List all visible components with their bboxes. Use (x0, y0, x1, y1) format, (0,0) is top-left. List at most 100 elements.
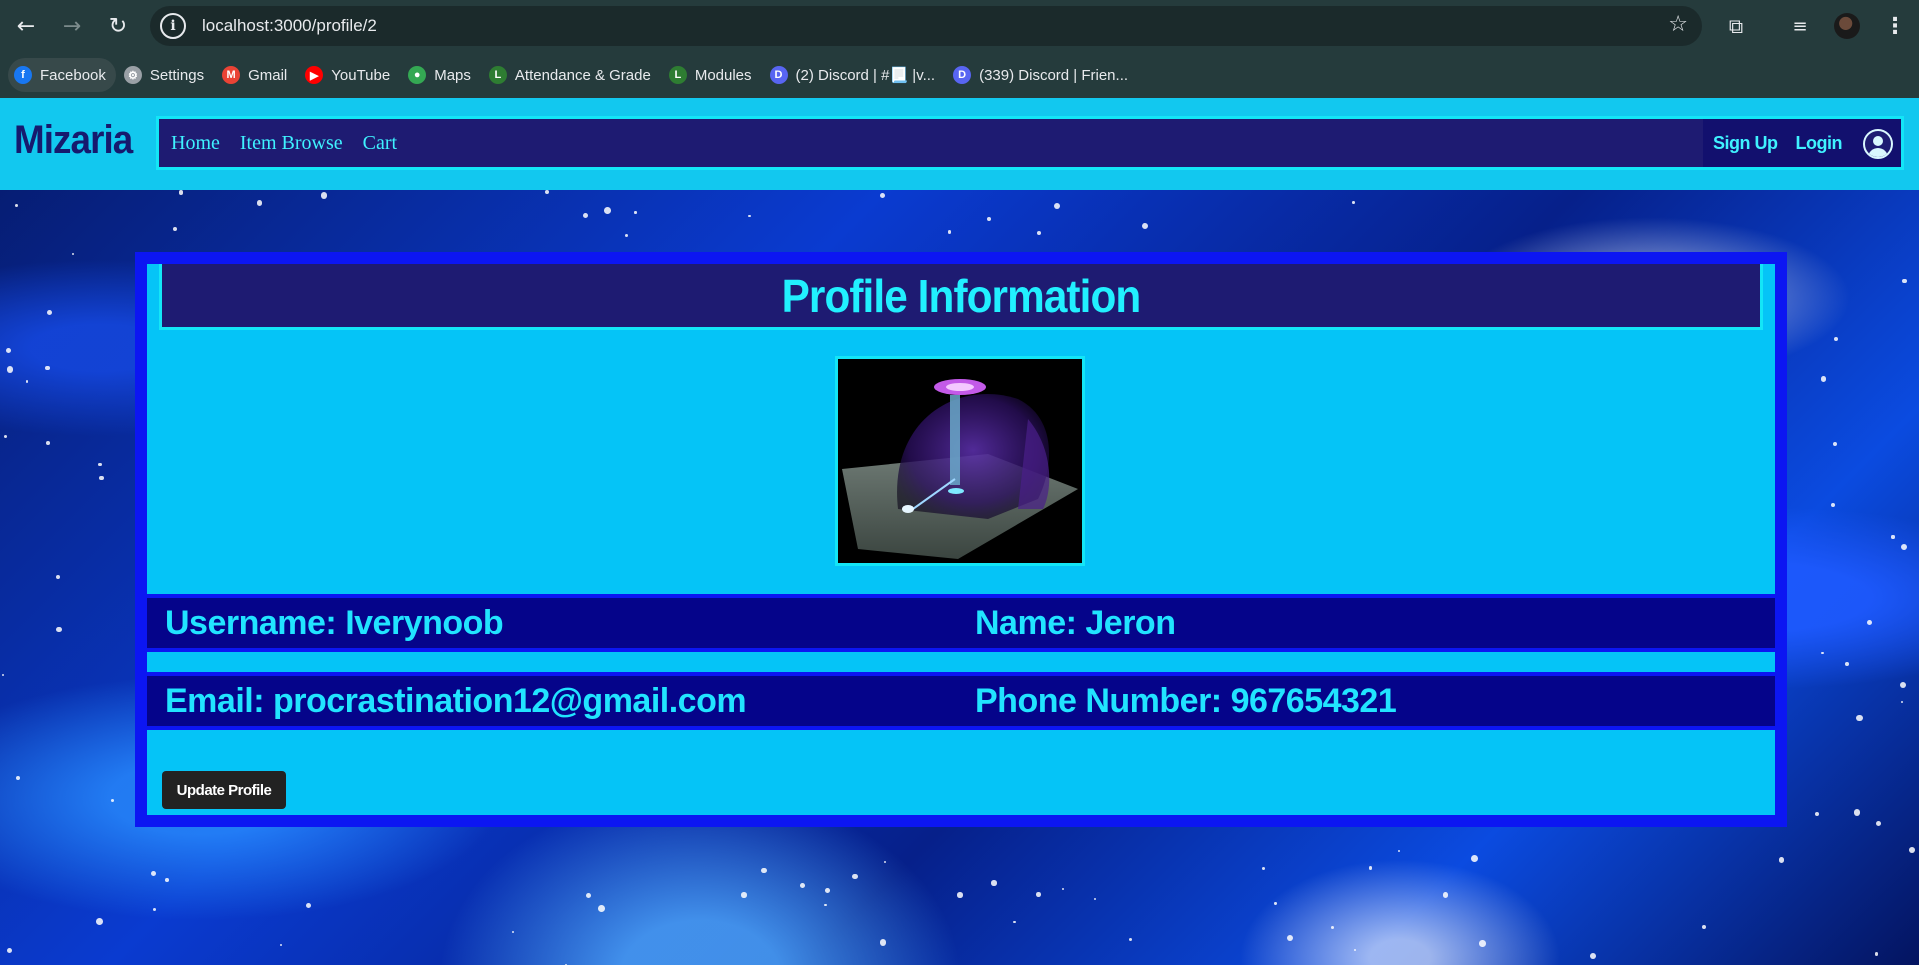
profile-row-1: Username: Iverynoob Name: Jeron (147, 594, 1775, 652)
background-sparkle (1274, 902, 1277, 905)
nav-home-link[interactable]: Home (171, 132, 220, 155)
youtube-icon: ▶ (305, 66, 324, 84)
background-sparkle (1286, 934, 1294, 941)
background-sparkle (1351, 201, 1355, 204)
background-sparkle (110, 799, 115, 803)
forward-icon[interactable]: → (52, 6, 92, 46)
background-sparkle (741, 892, 747, 898)
background-sparkle (46, 440, 51, 445)
sign-up-link[interactable]: Sign Up (1713, 133, 1778, 154)
background-sparkle (544, 190, 549, 195)
background-sparkle (1875, 952, 1879, 956)
background-sparkle (1820, 376, 1827, 382)
background-sparkle (761, 867, 767, 874)
background-sparkle (44, 365, 50, 371)
bookmark-label: (339) Discord | Frien... (979, 66, 1129, 84)
background-sparkle (6, 366, 14, 373)
bookmark-item[interactable]: L Modules (663, 58, 762, 92)
background-sparkle (1036, 892, 1041, 897)
bookmark-item[interactable]: ⚙ Settings (118, 58, 214, 92)
background-sparkle (3, 434, 8, 439)
gear-icon: ⚙ (123, 66, 142, 84)
background-sparkle (987, 217, 992, 222)
background-sparkle (1368, 865, 1373, 870)
extensions-icon[interactable]: ⧉ (1718, 6, 1754, 46)
background-sparkle (1261, 867, 1265, 871)
update-profile-button[interactable]: Update Profile (162, 771, 286, 809)
background-sparkle (152, 907, 156, 912)
media-control-icon[interactable]: ≡ (1782, 6, 1818, 46)
url-text[interactable]: localhost:3000/profile/2 (202, 16, 377, 36)
facebook-icon: f (14, 66, 32, 84)
browser-profile-avatar[interactable] (1834, 13, 1860, 39)
bookmark-item[interactable]: D (2) Discord | #📃 |v... (764, 58, 946, 92)
background-sparkle (97, 462, 102, 467)
profile-row-2: Email: procrastination12@gmail.com Phone… (147, 672, 1775, 730)
background-sparkle (1330, 925, 1335, 930)
bookmark-label: (2) Discord | #📃 |v... (795, 67, 936, 84)
background-sparkle (879, 192, 885, 198)
site-logo[interactable]: Mizaria (14, 118, 133, 163)
site-info-icon[interactable]: i (160, 13, 186, 39)
email-text: Email: procrastination12@gmail.com (165, 681, 747, 720)
maps-icon: ● (408, 66, 427, 84)
background-sparkle (1833, 336, 1839, 341)
browser-menu-icon[interactable]: ⋮ (1880, 6, 1910, 46)
background-sparkle (256, 199, 263, 206)
background-sparkle (1778, 856, 1785, 863)
bookmark-item[interactable]: ▶ YouTube (299, 58, 400, 92)
bookmark-star-icon[interactable]: ☆ (1668, 12, 1688, 37)
background-sparkle (1815, 812, 1820, 817)
background-sparkle (1442, 892, 1449, 898)
background-sparkle (173, 226, 178, 231)
nav-item-browse-link[interactable]: Item Browse (240, 132, 343, 155)
background-sparkle (1900, 543, 1908, 550)
background-sparkle (1891, 535, 1895, 539)
background-sparkle (948, 230, 952, 234)
profile-card: Profile Information Username: Iverynoob … (135, 252, 1787, 827)
background-sparkle (583, 212, 589, 218)
background-sparkle (991, 880, 997, 886)
bookmark-item[interactable]: f Facebook (8, 58, 116, 92)
phone-text: Phone Number: 967654321 (975, 681, 1397, 720)
bookmark-item[interactable]: ● Maps (402, 58, 481, 92)
background-sparkle (634, 211, 637, 214)
bookmark-item[interactable]: D (339) Discord | Frien... (947, 58, 1138, 92)
background-sparkle (55, 575, 60, 580)
page-viewport: Mizaria Home Item Browse Cart Sign Up Lo… (0, 98, 1919, 965)
leo-icon: L (668, 66, 687, 84)
background-sparkle (16, 776, 21, 781)
login-link[interactable]: Login (1796, 133, 1843, 154)
nav-cart-link[interactable]: Cart (363, 132, 397, 155)
background-sparkle (1830, 502, 1836, 508)
bookmark-item[interactable]: L Attendance & Grade (483, 58, 661, 92)
background-sparkle (1899, 682, 1906, 689)
bookmark-item[interactable]: M Gmail (216, 58, 297, 92)
background-sparkle (1054, 202, 1061, 209)
bookmark-label: Facebook (40, 66, 106, 84)
background-sparkle (1900, 700, 1904, 704)
background-sparkle (511, 931, 514, 934)
bookmark-label: Attendance & Grade (514, 66, 651, 84)
reload-icon[interactable]: ↻ (98, 6, 138, 46)
address-bar[interactable]: i localhost:3000/profile/2 ☆ (150, 6, 1702, 46)
background-sparkle (178, 190, 184, 195)
background-sparkle (5, 347, 11, 353)
background-sparkle (99, 475, 104, 481)
profile-title-bar: Profile Information (159, 264, 1763, 330)
background-sparkle (1875, 821, 1881, 827)
back-icon[interactable]: ← (6, 6, 46, 46)
background-sparkle (1856, 714, 1863, 722)
discord-icon: D (953, 66, 972, 84)
background-sparkle (320, 192, 327, 199)
background-sparkle (800, 882, 806, 888)
background-sparkle (1479, 940, 1486, 947)
background-sparkle (1141, 223, 1148, 230)
profile-picture (835, 356, 1085, 566)
bookmark-label: YouTube (331, 66, 391, 84)
background-sparkle (1013, 920, 1016, 924)
user-account-icon[interactable] (1863, 129, 1893, 159)
background-sparkle (824, 903, 828, 907)
background-sparkle (1471, 855, 1479, 863)
background-sparkle (748, 214, 752, 218)
